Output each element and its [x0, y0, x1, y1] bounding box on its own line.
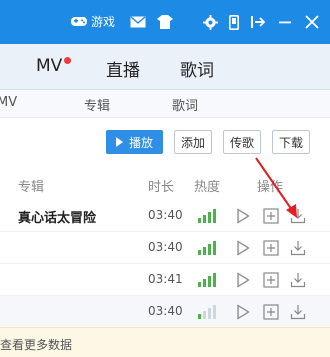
- download-icon[interactable]: [290, 240, 306, 256]
- action-toolbar: 播放 添加 传歌 下载: [0, 118, 330, 166]
- sub-tab-bar: MV 专辑 歌词: [0, 90, 330, 118]
- upload-button[interactable]: 传歌: [223, 130, 261, 154]
- subtab-lyrics[interactable]: 歌词: [172, 95, 198, 114]
- heat-bar: [198, 250, 201, 255]
- add-icon[interactable]: [263, 304, 279, 320]
- tab-mv[interactable]: MV: [36, 56, 72, 76]
- download-icon[interactable]: [290, 272, 306, 288]
- shirt-icon[interactable]: [155, 12, 175, 32]
- heat-bar: [198, 218, 201, 223]
- tab-lyrics[interactable]: 歌词: [180, 56, 214, 81]
- download-icon[interactable]: [290, 304, 306, 320]
- phone-icon[interactable]: [224, 12, 244, 32]
- add-icon[interactable]: [263, 240, 279, 256]
- play-icon[interactable]: [236, 272, 252, 288]
- table-row[interactable]: 03:40: [0, 232, 330, 264]
- play-icon[interactable]: [236, 208, 252, 224]
- table-header: 专辑 时长 热度 操作: [0, 166, 330, 202]
- subtab-album[interactable]: 专辑: [84, 95, 110, 114]
- heat-bar: [213, 241, 216, 255]
- game-button[interactable]: 游戏: [70, 11, 115, 31]
- more-data-bar[interactable]: 查看更多数据: [0, 327, 330, 357]
- duration: 03:40: [148, 240, 183, 254]
- header-heat[interactable]: 热度: [194, 176, 220, 195]
- heat-bar: [213, 305, 216, 319]
- main-tab-bar: MV 直播 歌词: [0, 44, 330, 90]
- album-name[interactable]: 真心话太冒险: [18, 207, 96, 226]
- heat-bar: [203, 215, 206, 223]
- mail-icon[interactable]: [128, 12, 148, 32]
- heat-bar: [208, 244, 211, 255]
- mini-mode-icon[interactable]: [248, 12, 268, 32]
- header-album[interactable]: 专辑: [18, 176, 44, 195]
- heat-bars-icon: [198, 305, 218, 319]
- heat-bar: [208, 308, 211, 319]
- add-icon[interactable]: [263, 208, 279, 224]
- title-bar: 游戏: [0, 0, 330, 44]
- heat-bar: [203, 279, 206, 287]
- heat-bar: [198, 282, 201, 287]
- gamepad-icon: [70, 14, 88, 28]
- heat-bars-icon: [198, 273, 218, 287]
- download-button[interactable]: 下载: [272, 130, 310, 154]
- notification-dot: [64, 57, 72, 64]
- duration: 03:41: [148, 272, 183, 286]
- download-icon[interactable]: [290, 208, 306, 224]
- table-row[interactable]: 03:41: [0, 264, 330, 296]
- heat-bar: [208, 276, 211, 287]
- play-button[interactable]: 播放: [106, 130, 163, 154]
- more-data-link[interactable]: 查看更多数据: [0, 336, 72, 353]
- game-label: 游戏: [91, 14, 116, 29]
- heat-bar: [203, 311, 206, 319]
- play-icon: [115, 137, 123, 147]
- duration: 03:40: [148, 208, 183, 222]
- play-icon[interactable]: [236, 240, 252, 256]
- duration: 03:40: [148, 304, 183, 318]
- minimize-icon[interactable]: [275, 12, 295, 32]
- heat-bars-icon: [198, 241, 218, 255]
- tab-mv-label: MV: [36, 56, 63, 76]
- heat-bars-icon: [198, 209, 218, 223]
- heat-bar: [213, 273, 216, 287]
- add-icon[interactable]: [263, 272, 279, 288]
- heat-bar: [213, 209, 216, 223]
- tab-live[interactable]: 直播: [106, 56, 140, 81]
- play-icon[interactable]: [236, 304, 252, 320]
- heat-bar: [208, 212, 211, 223]
- subtab-mv[interactable]: MV: [0, 95, 17, 110]
- header-ops: 操作: [257, 180, 284, 195]
- play-button-label: 播放: [128, 135, 153, 150]
- add-button[interactable]: 添加: [174, 130, 212, 154]
- table-row[interactable]: 03:40: [0, 296, 330, 328]
- close-icon[interactable]: [302, 12, 322, 32]
- heat-bar: [198, 314, 201, 319]
- gear-icon[interactable]: [200, 12, 220, 32]
- table-row[interactable]: 真心话太冒险 03:40: [0, 200, 330, 232]
- heat-bar: [203, 247, 206, 255]
- header-duration[interactable]: 时长: [148, 176, 174, 195]
